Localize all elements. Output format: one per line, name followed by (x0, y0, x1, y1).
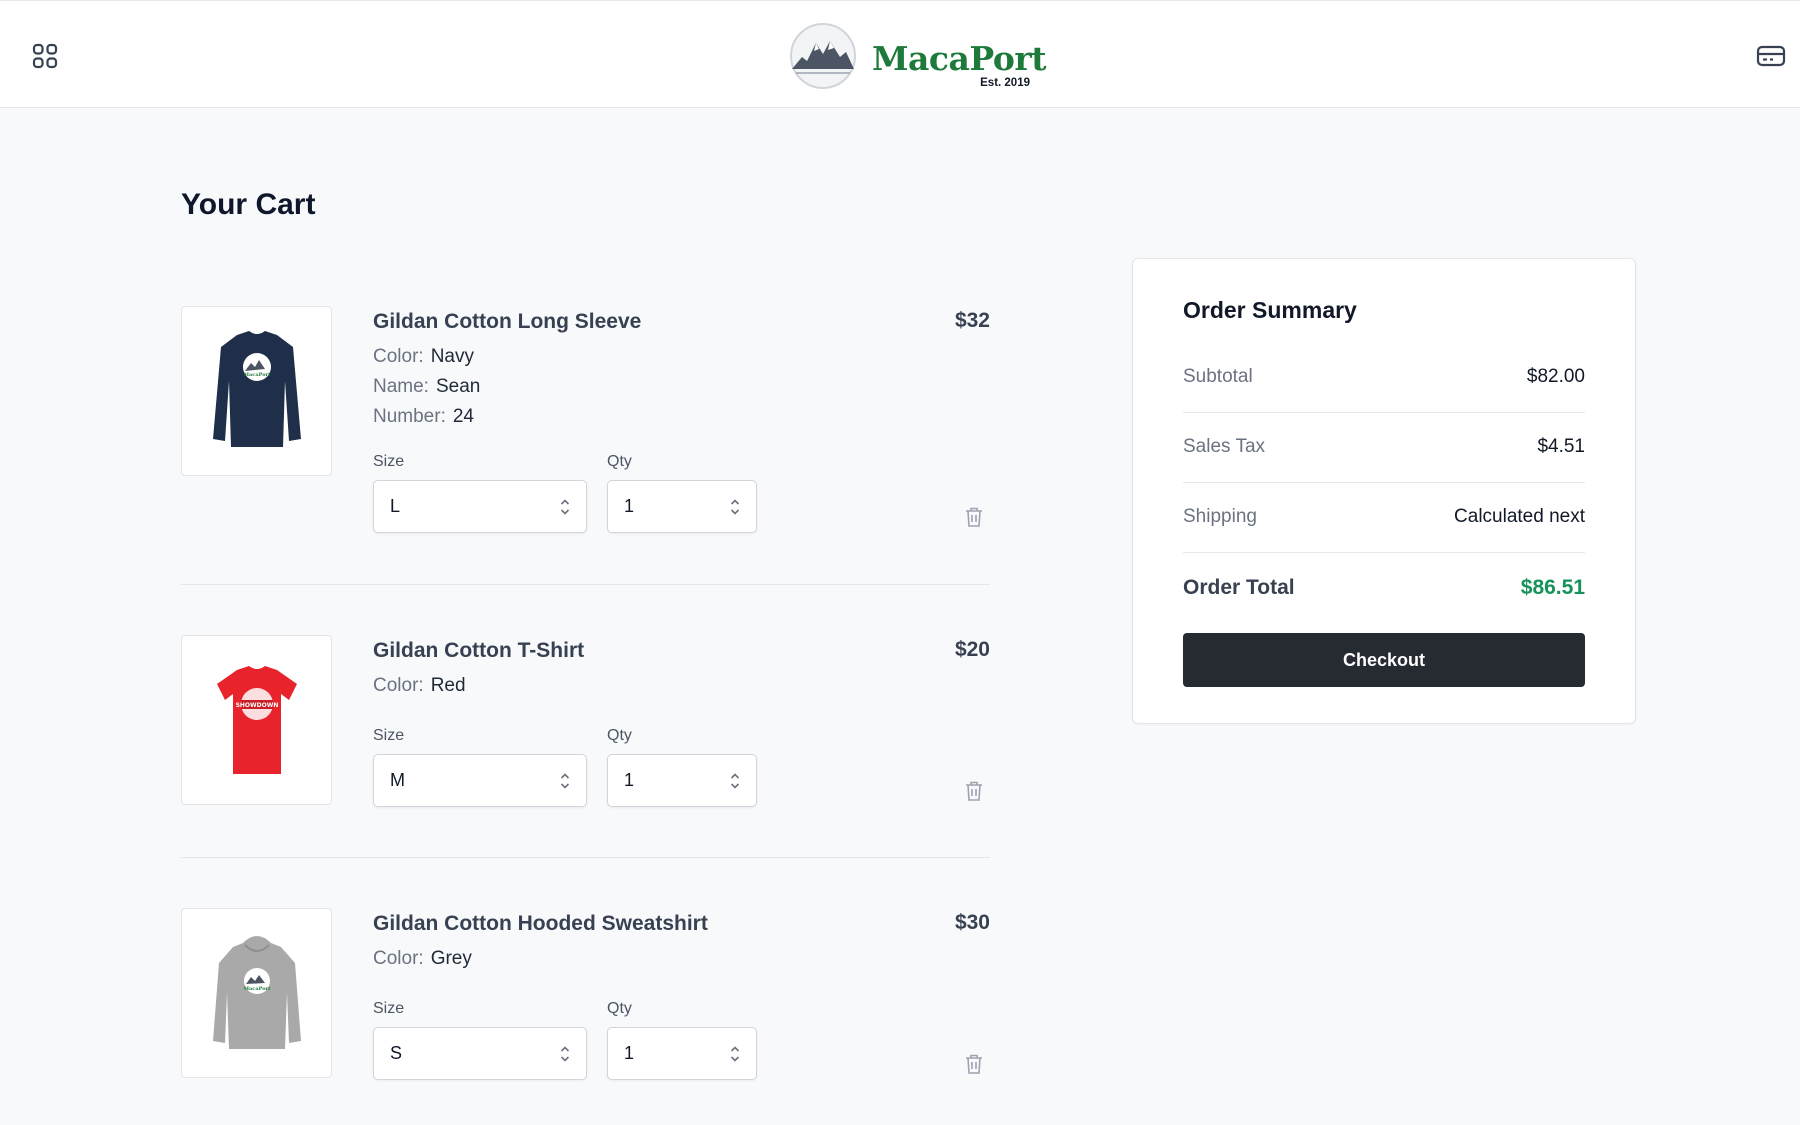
card-icon[interactable] (1756, 44, 1786, 68)
item-divider (181, 584, 990, 585)
chevron-updown-icon (560, 499, 570, 515)
page-title: Your Cart (181, 188, 316, 221)
summary-value: $4.51 (1537, 436, 1585, 457)
brand-text: MacaPort Est. 2019 (872, 31, 1046, 89)
svg-text:MacaPort: MacaPort (243, 986, 271, 992)
trash-icon[interactable] (964, 780, 984, 802)
cart-item-hooded-sweatshirt: MacaPort Gildan Cotton Hooded Sweatshirt… (181, 908, 990, 1098)
summary-label: Shipping (1183, 506, 1257, 527)
chevron-updown-icon (730, 499, 740, 515)
summary-value: Calculated next (1454, 506, 1585, 527)
summary-label: Subtotal (1183, 366, 1253, 387)
item-attribute-color: Color: Grey (373, 948, 472, 969)
trash-icon[interactable] (964, 1053, 984, 1075)
item-price: $20 (954, 638, 990, 661)
chevron-updown-icon (730, 773, 740, 789)
item-price: $32 (954, 309, 990, 332)
brand-established: Est. 2019 (980, 77, 1030, 89)
summary-row-order-total: Order Total $86.51 (1183, 553, 1585, 623)
t-shirt-image: SHOWDOWN (216, 666, 297, 774)
qty-select[interactable]: 1 (607, 480, 757, 533)
summary-label: Order Total (1183, 576, 1295, 599)
chevron-updown-icon (730, 1046, 740, 1062)
top-header: MacaPort Est. 2019 (0, 0, 1800, 108)
size-label: Size (373, 727, 405, 744)
qty-label: Qty (607, 1000, 632, 1017)
item-name[interactable]: Gildan Cotton T-Shirt (373, 639, 584, 663)
product-image[interactable]: MacaPort (181, 908, 332, 1078)
brand-logo[interactable]: MacaPort Est. 2019 (788, 21, 1046, 91)
chevron-updown-icon (560, 1046, 570, 1062)
order-summary-title: Order Summary (1183, 297, 1357, 323)
summary-value: $82.00 (1526, 366, 1585, 387)
size-label: Size (373, 1000, 405, 1017)
product-image[interactable]: SHOWDOWN (181, 635, 332, 805)
size-select[interactable]: L (373, 480, 587, 533)
item-attribute-number: Number: 24 (373, 406, 474, 427)
summary-row-subtotal: Subtotal $82.00 (1183, 343, 1585, 413)
item-price: $30 (954, 911, 990, 934)
summary-row-sales-tax: Sales Tax $4.51 (1183, 413, 1585, 483)
size-select[interactable]: S (373, 1027, 587, 1080)
chevron-updown-icon (560, 773, 570, 789)
item-attribute-color: Color: Red (373, 675, 466, 696)
mountain-logo-icon (790, 23, 856, 89)
checkout-button[interactable]: Checkout (1183, 633, 1585, 687)
item-divider (181, 857, 990, 858)
qty-label: Qty (607, 727, 632, 744)
cart-item-t-shirt: SHOWDOWN Gildan Cotton T-Shirt $20 Color… (181, 635, 990, 825)
summary-label: Sales Tax (1183, 436, 1266, 457)
item-attribute-name: Name: Sean (373, 376, 481, 397)
item-attribute-color: Color: Navy (373, 346, 474, 367)
size-label: Size (373, 453, 405, 470)
size-select[interactable]: M (373, 754, 587, 807)
svg-text:SHOWDOWN: SHOWDOWN (235, 702, 278, 709)
cart-item-long-sleeve: MacaPort Gildan Cotton Long Sleeve $32 C… (181, 306, 990, 556)
qty-select[interactable]: 1 (607, 754, 757, 807)
qty-label: Qty (607, 453, 632, 470)
summary-row-shipping: Shipping Calculated next (1183, 483, 1585, 553)
product-image[interactable]: MacaPort (181, 306, 332, 476)
long-sleeve-shirt-image: MacaPort (212, 331, 301, 447)
trash-icon[interactable] (964, 506, 984, 528)
qty-select[interactable]: 1 (607, 1027, 757, 1080)
brand-name: MacaPort (872, 39, 1046, 78)
svg-text:MacaPort: MacaPort (243, 372, 271, 378)
item-name[interactable]: Gildan Cotton Long Sleeve (373, 310, 641, 334)
hooded-sweatshirt-image: MacaPort (212, 936, 301, 1049)
order-summary-card: Order Summary Subtotal $82.00 Sales Tax … (1132, 258, 1636, 724)
grid-menu-icon[interactable] (32, 43, 58, 69)
item-name[interactable]: Gildan Cotton Hooded Sweatshirt (373, 912, 708, 936)
order-total-value: $86.51 (1520, 576, 1585, 599)
